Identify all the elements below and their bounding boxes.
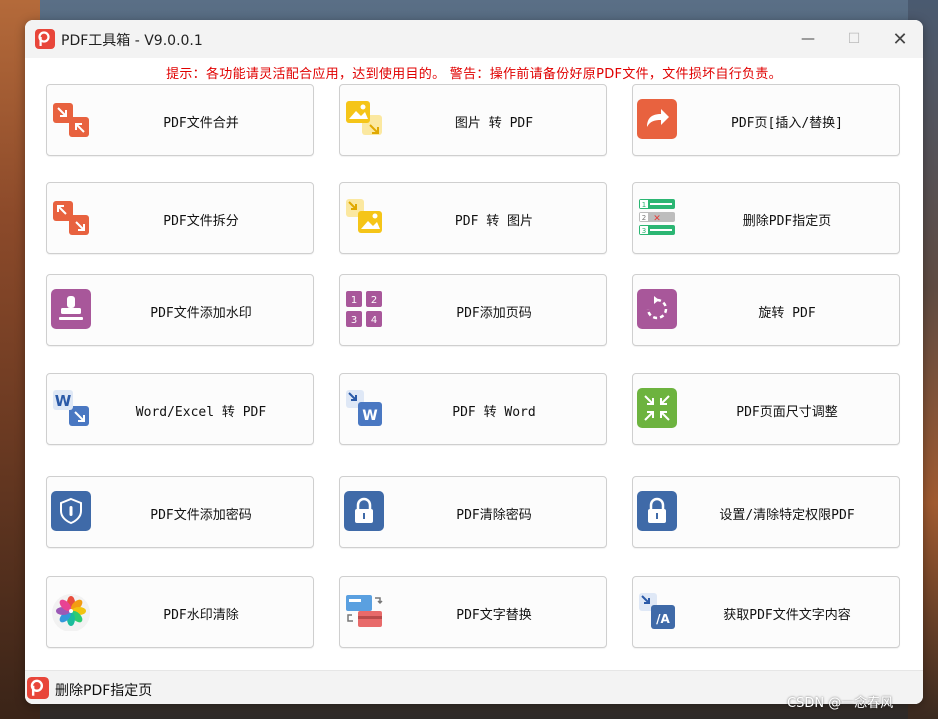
delete-row-number: 3	[642, 227, 646, 235]
tool-label: 删除PDF指定页	[742, 213, 832, 229]
tool-word-excel-to-pdf[interactable]: W Word/Excel 转 PDF	[46, 373, 314, 445]
tool-permission-pdf[interactable]: 设置/清除特定权限PDF	[632, 476, 900, 548]
delete-page-icon: 1 2 3 ✕	[639, 199, 675, 235]
title-bar[interactable]: PDF工具箱 - V9.0.0.1 — ☐ ✕	[25, 20, 923, 58]
close-icon: ✕	[892, 28, 908, 50]
tool-text-replace[interactable]: PDF文字替换	[339, 576, 607, 648]
tool-image-to-pdf[interactable]: 图片 转 PDF	[339, 84, 607, 156]
tool-label: PDF文件合并	[163, 115, 239, 131]
resize-icon	[637, 388, 677, 428]
image-to-pdf-icon	[346, 101, 382, 135]
tool-label: PDF文件添加水印	[150, 305, 252, 321]
tool-label: 设置/清除特定权限PDF	[719, 507, 855, 523]
tool-add-watermark[interactable]: PDF文件添加水印	[46, 274, 314, 346]
tool-remove-watermark[interactable]: PDF水印清除	[46, 576, 314, 648]
tool-label: PDF文件拆分	[163, 213, 239, 229]
tool-remove-password[interactable]: PDF清除密码	[339, 476, 607, 548]
minimize-icon: —	[801, 31, 815, 47]
tool-label: 图片 转 PDF	[454, 115, 534, 131]
tool-label: PDF页面尺寸调整	[736, 404, 838, 420]
tool-label: PDF水印清除	[163, 607, 239, 623]
tool-label: PDF清除密码	[456, 507, 532, 523]
tool-pdf-insert-replace[interactable]: PDF页[插入/替换]	[632, 84, 900, 156]
split-icon	[53, 201, 89, 235]
tool-label: PDF文件添加密码	[150, 507, 252, 523]
maximize-icon: ☐	[847, 31, 861, 47]
warning-notice: 提示：各功能请灵活配合应用，达到使用目的。 警告：操作前请备份好原PDF文件，文…	[166, 67, 782, 82]
minimize-button[interactable]: —	[785, 20, 831, 58]
delete-row-number: 2	[642, 214, 646, 222]
tool-label: PDF 转 图片	[454, 213, 534, 229]
lock-icon	[637, 491, 677, 531]
window-title: PDF工具箱 - V9.0.0.1	[61, 33, 203, 49]
rotate-icon	[637, 289, 677, 329]
tool-label: 获取PDF文件文字内容	[723, 607, 851, 623]
tool-label: PDF 转 Word	[452, 404, 536, 420]
app-window: PDF工具箱 - V9.0.0.1 — ☐ ✕ 提示：各功能请灵活配合应用，达到…	[25, 20, 923, 704]
tool-label: PDF文字替换	[456, 607, 532, 623]
tool-pdf-to-word[interactable]: W PDF 转 Word	[339, 373, 607, 445]
tool-pdf-to-image[interactable]: PDF 转 图片	[339, 182, 607, 254]
flower-icon	[52, 594, 90, 631]
tool-pdf-split[interactable]: PDF文件拆分	[46, 182, 314, 254]
tool-extract-text[interactable]: /A 获取PDF文件文字内容	[632, 576, 900, 648]
csdn-watermark: CSDN @一念春风	[787, 696, 894, 711]
tool-page-resize[interactable]: PDF页面尺寸调整	[632, 373, 900, 445]
pdf-to-image-icon	[346, 199, 382, 233]
stamp-icon	[51, 289, 91, 329]
page-number-digit: 3	[351, 315, 357, 326]
pdf-to-word-icon: W	[346, 390, 382, 426]
tool-label: 旋转 PDF	[758, 305, 816, 321]
delete-row-number: 1	[642, 201, 646, 209]
word-letter: W	[362, 408, 377, 424]
share-arrow-icon	[637, 99, 677, 139]
word-letter: W	[55, 392, 72, 410]
delete-mark-icon: ✕	[653, 214, 661, 224]
word-to-pdf-icon: W	[53, 390, 89, 426]
page-number-digit: 2	[371, 295, 377, 306]
text-extract-glyph: /A	[656, 612, 670, 626]
card-swap-icon	[346, 595, 383, 627]
page-number-digit: 1	[351, 295, 357, 306]
tool-add-password[interactable]: PDF文件添加密码	[46, 476, 314, 548]
lock-icon	[344, 491, 384, 531]
tool-add-page-number[interactable]: 1 2 3 4 PDF添加页码	[339, 274, 607, 346]
app-logo-icon	[27, 677, 49, 699]
maximize-button[interactable]: ☐	[831, 20, 877, 58]
shield-icon	[51, 491, 91, 531]
app-logo-icon	[35, 29, 55, 49]
page-number-icon: 1 2 3 4	[346, 291, 382, 327]
status-text: 删除PDF指定页	[55, 683, 153, 699]
merge-icon	[53, 103, 89, 137]
close-button[interactable]: ✕	[877, 20, 923, 58]
tool-pdf-merge[interactable]: PDF文件合并	[46, 84, 314, 156]
tool-delete-page[interactable]: 1 2 3 ✕ 删除PDF指定页	[632, 182, 900, 254]
page-number-digit: 4	[371, 315, 377, 326]
tool-label: PDF添加页码	[456, 305, 532, 321]
text-extract-icon: /A	[639, 593, 675, 629]
tool-rotate-pdf[interactable]: 旋转 PDF	[632, 274, 900, 346]
tool-label: PDF页[插入/替换]	[731, 115, 843, 131]
tool-label: Word/Excel 转 PDF	[135, 404, 267, 420]
